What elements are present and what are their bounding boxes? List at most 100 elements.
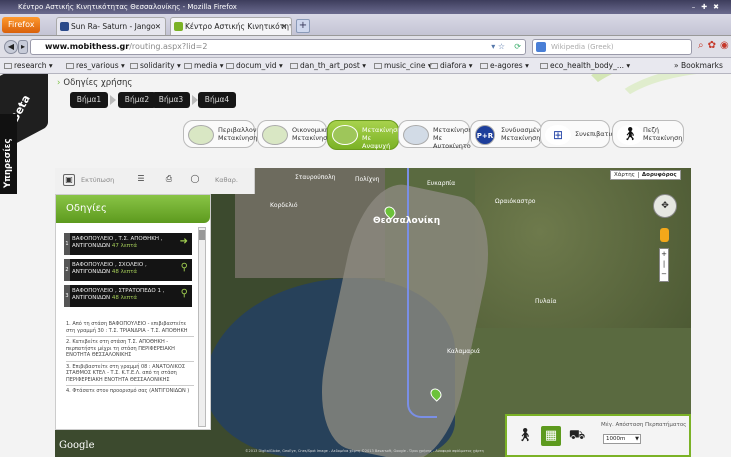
- bookmarks-menu[interactable]: » Bookmarks: [674, 58, 723, 73]
- services-label: Υπηρεσίες: [3, 138, 13, 188]
- instruction-step: 4. Φτάσατε στον προορισμό σας (ΑΝΤΙΓΟΝΙΔ…: [66, 388, 190, 394]
- map-place-label: Πυλαία: [535, 298, 557, 305]
- route-option-1[interactable]: 1 ΒΑΦΟΠΟΥΛΕΙΟ , Τ.Σ. ΑΠΟΘΗΚΗ , ΑΝΤΙΓΟΝΙΔ…: [64, 233, 192, 255]
- tab-label: Sun Ra- Saturn - Jango: [71, 22, 156, 31]
- route-number: 2: [64, 259, 70, 281]
- map-copyright: ©2013 DigitalGlobe, GeoEye, Cnes/Spot Im…: [245, 449, 484, 453]
- toolbar-addon-icons[interactable]: ⌕✿◉: [698, 40, 731, 51]
- jango-favicon-icon: [60, 22, 69, 31]
- bookmark-research[interactable]: research ▾: [4, 58, 53, 73]
- bookmark-eco-health[interactable]: eco_health_body_... ▾: [540, 58, 630, 73]
- search-engine-icon[interactable]: [536, 42, 546, 52]
- zoom-control[interactable]: + | −: [659, 248, 669, 282]
- mode-label: Πεζή Μετακίνηση: [643, 126, 683, 142]
- mode-economical[interactable]: Οικονομική Μετακίνηση: [257, 120, 331, 148]
- bookmark-docum-vid[interactable]: docum_vid ▾: [226, 58, 283, 73]
- step-4-button[interactable]: Βήμα4: [198, 92, 236, 108]
- instruction-step: 2. Κατεβείτε στη στάση Τ.Σ. ΑΠΟΘΗΚΗ - πε…: [66, 339, 175, 358]
- max-walk-distance-label: Μέγ. Απόσταση Περπατήματος: [601, 422, 687, 428]
- directions-panel: Οδηγίες 1 ΒΑΦΟΠΟΥΛΕΙΟ , Τ.Σ. ΑΠΟΘΗΚΗ , Α…: [55, 194, 211, 430]
- url-domain: www.mobithess.gr: [45, 42, 130, 51]
- map-place-label: Καλαμαριά: [447, 348, 480, 355]
- route-map[interactable]: Θεσσαλονίκη Σταυρούπολη Ευκαρπία Πολίχνη…: [55, 168, 691, 457]
- bookmark-e-agores[interactable]: e-agores ▾: [480, 58, 529, 73]
- mobithess-favicon-icon: [174, 22, 183, 31]
- step-1-button[interactable]: Βήμα1: [70, 92, 108, 108]
- mode-environmental[interactable]: Περιβαλλοντική Μετακίνηση: [183, 120, 271, 148]
- services-side-tab[interactable]: Υπηρεσίες: [0, 114, 17, 194]
- tab-mobithess[interactable]: Κέντρο Αστικής Κινητικότητα... ✕: [170, 17, 292, 35]
- directions-scrollbar[interactable]: [198, 227, 206, 427]
- printer-icon[interactable]: ⎙: [163, 174, 175, 186]
- bus-icon: [188, 125, 214, 145]
- menu-icon[interactable]: ☰: [135, 174, 147, 186]
- max-walk-distance-value: 1000m: [606, 436, 626, 442]
- print-label[interactable]: Εκτύπωση: [81, 176, 114, 184]
- clear-label[interactable]: Καθαρ.: [215, 176, 238, 184]
- map-type-map[interactable]: Χάρτης: [611, 172, 638, 178]
- clear-circle-icon[interactable]: ◯: [189, 174, 201, 186]
- route-option-3[interactable]: 3 ΒΑΦΟΠΟΥΛΕΙΟ , ΣΤΡΑΤΟΠΕΔΟ 1 , ΑΝΤΙΓΟΝΙΔ…: [64, 285, 192, 307]
- map-options-icon[interactable]: ▣: [63, 174, 75, 186]
- mode-car[interactable]: Μετακίνηση Με Αυτοκίνητο: [398, 120, 472, 150]
- route-duration: 47 λεπτά: [111, 243, 138, 249]
- bus-icon: [262, 125, 288, 145]
- window-controls[interactable]: –✚✖: [692, 0, 725, 14]
- window-title-bar: Κέντρο Αστικής Κινητικότητας Θεσσαλονίκη…: [0, 0, 731, 14]
- bookmark-dan-th-art-post[interactable]: dan_th_art_post ▾: [290, 58, 366, 73]
- pan-control-icon[interactable]: ✥: [653, 194, 677, 218]
- bookmark-solidarity[interactable]: solidarity ▾: [130, 58, 181, 73]
- mode-leisure[interactable]: Μετακίνηση Με Αναψυχή: [327, 120, 402, 150]
- mode-label: Μετακίνηση Με Αναψυχή: [362, 126, 402, 150]
- step-2-button[interactable]: Βήμα2: [118, 92, 156, 108]
- mode-carpooling[interactable]: ⊞ Συνεπιβατισμός: [540, 120, 627, 148]
- map-place-label: Πολίχνη: [355, 176, 380, 183]
- mode-label: Συνδυασμένη Μετακίνηση: [501, 126, 545, 142]
- instruction-step: 3. Επιβιβαστείτε στη γραμμή 08 : ΑΝΑΤΟΛΙ…: [66, 363, 186, 383]
- street-view-pegman-icon[interactable]: [660, 228, 669, 242]
- firefox-menu-button[interactable]: Firefox: [2, 17, 41, 33]
- page-content: Beta Υπηρεσίες Οδηγίες χρήσης Βήμα1 Βήμα…: [0, 74, 731, 457]
- close-tab-icon[interactable]: ✕: [155, 18, 161, 35]
- url-path: /routing.aspx?lid=2: [129, 42, 208, 51]
- zoom-magnifier-icon[interactable]: ⚲: [181, 263, 188, 273]
- bookmark-diafora[interactable]: diafora ▾: [430, 58, 473, 73]
- tab-bar: Firefox Sun Ra- Saturn - Jango ✕ Κέντρο …: [0, 14, 731, 36]
- bookmark-music-cine[interactable]: music_cine ▾: [374, 58, 432, 73]
- bookmark-star-icon[interactable]: ▾ ☆: [491, 40, 505, 54]
- go-arrow-icon[interactable]: ➜: [180, 237, 188, 247]
- step-3-button[interactable]: Βήμα3: [152, 92, 190, 108]
- refresh-icon[interactable]: ⟳: [514, 40, 521, 54]
- map-city-label: Θεσσαλονίκη: [373, 216, 441, 226]
- park-and-ride-icon: P+R: [475, 125, 495, 145]
- travel-options-bar: 🚶︎ ▦ ⛟ Μέγ. Απόσταση Περπατήματος 1000m …: [505, 414, 691, 457]
- mode-combined[interactable]: P+R Συνδυασμένη Μετακίνηση: [470, 120, 545, 148]
- bookmark-res-various[interactable]: res_various ▾: [66, 58, 125, 73]
- forward-arrow-icon[interactable]: ▸: [18, 40, 28, 54]
- walking-person-icon: 🚶︎: [617, 125, 643, 145]
- mode-walking[interactable]: 🚶︎ Πεζή Μετακίνηση: [612, 120, 684, 148]
- walking-person-icon[interactable]: 🚶︎: [515, 426, 535, 446]
- zoom-magnifier-icon[interactable]: ⚲: [181, 289, 188, 299]
- search-input[interactable]: Wikipedia (Greek): [532, 39, 692, 55]
- bicycle-icon: [332, 125, 358, 145]
- map-type-satellite[interactable]: Δορυφόρος: [637, 172, 680, 178]
- window-title: Κέντρο Αστικής Κινητικότητας Θεσσαλονίκη…: [18, 3, 237, 11]
- route-number: 1: [64, 233, 70, 255]
- bus-icon[interactable]: ▦: [541, 426, 561, 446]
- url-bar[interactable]: www.mobithess.gr/routing.aspx?lid=2 ▾ ☆ …: [30, 39, 526, 55]
- back-arrow-icon[interactable]: ◀: [4, 40, 18, 54]
- search-placeholder: Wikipedia (Greek): [551, 43, 614, 51]
- tab-jango[interactable]: Sun Ra- Saturn - Jango ✕: [56, 17, 166, 35]
- route-option-2[interactable]: 2 ΒΑΦΟΠΟΥΛΕΙΟ , ΣΧΟΛΕΙΟ , ΑΝΤΙΓΟΝΙΔΩΝ 48…: [64, 259, 192, 281]
- map-place-label: Κορδελιό: [270, 202, 298, 209]
- map-place-label: Σταυρούπολη: [295, 174, 336, 181]
- bookmark-media[interactable]: media ▾: [184, 58, 224, 73]
- close-tab-icon[interactable]: ✕: [281, 18, 287, 35]
- car-icon[interactable]: ⛟: [567, 426, 587, 446]
- usage-guide-title[interactable]: Οδηγίες χρήσης: [57, 78, 132, 88]
- mode-label: Οικονομική Μετακίνηση: [292, 126, 332, 142]
- max-walk-distance-select[interactable]: 1000m ▼: [603, 434, 641, 444]
- new-tab-button[interactable]: +: [296, 19, 310, 33]
- bookmarks-toolbar: research ▾ res_various ▾ solidarity ▾ me…: [0, 58, 731, 74]
